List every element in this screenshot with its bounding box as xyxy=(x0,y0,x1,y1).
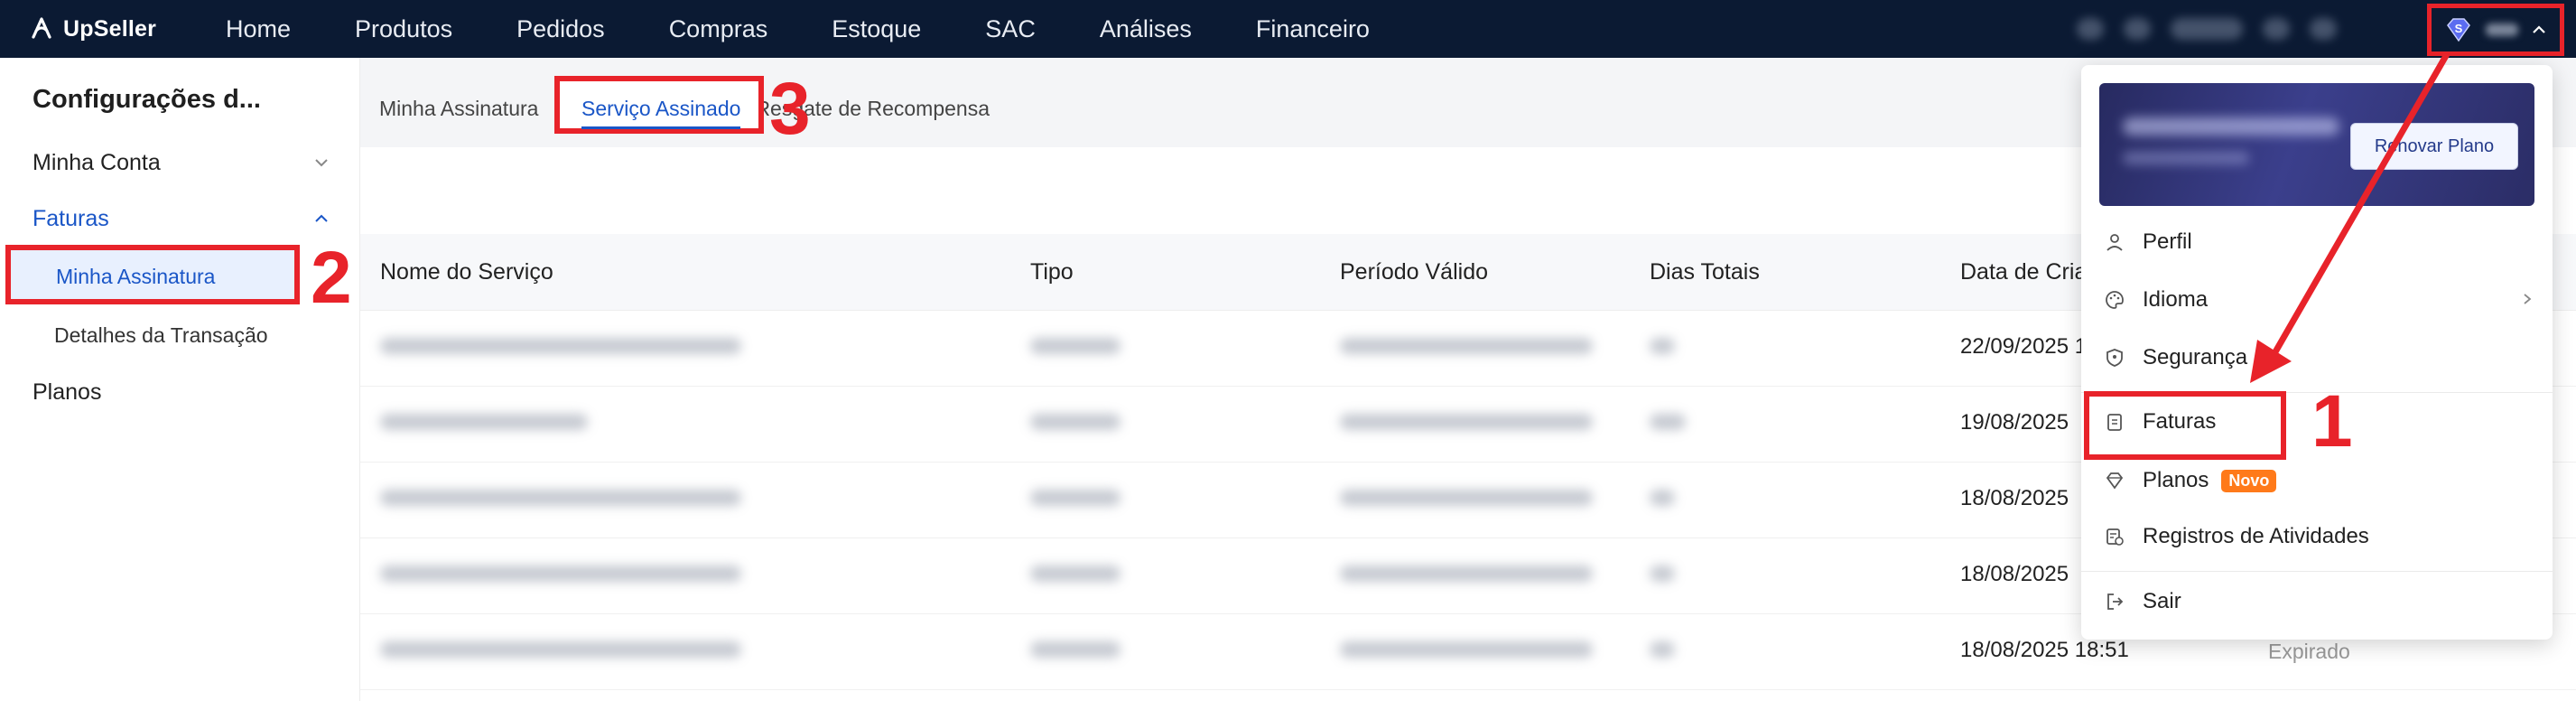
annotation-arrow xyxy=(2250,52,2450,383)
